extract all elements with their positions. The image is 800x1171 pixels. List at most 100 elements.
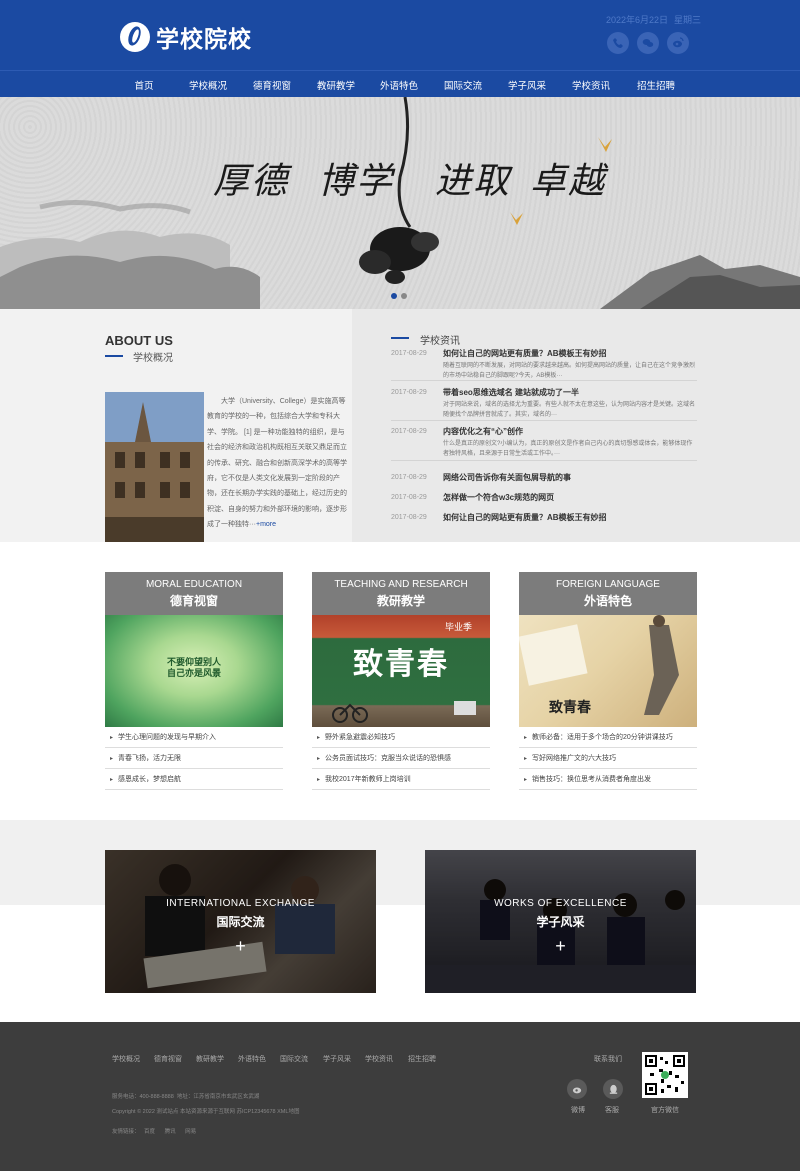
links-label: 友情链接： (112, 1129, 140, 1135)
card-list-item[interactable]: 教师必备：适用于多个场合的20分钟讲课技巧 (519, 727, 697, 748)
divider (391, 460, 697, 461)
news-date: 2017-08-29 (391, 474, 427, 481)
nav-moral[interactable]: 德育视窗 (253, 78, 291, 92)
wechat-icon[interactable] (637, 32, 659, 54)
news-date: 2017-08-29 (391, 514, 427, 521)
weibo-icon[interactable] (567, 1079, 587, 1099)
banner-dot[interactable] (391, 293, 397, 299)
feature-international-exchange[interactable]: INTERNATIONAL EXCHANGE 国际交流 + (105, 850, 376, 993)
header-date: 2022年6月22日 星期三 (606, 13, 707, 26)
card-title-en: MORAL EDUCATION (145, 579, 243, 590)
footer-nav-item[interactable]: 招生招聘 (408, 1054, 436, 1064)
card-title-cn: 教研教学 (376, 594, 425, 608)
news-date: 2017-08-29 (391, 428, 427, 435)
card-list: 教师必备：适用于多个场合的20分钟讲课技巧 写好网络推广文的六大技巧 销售技巧：… (519, 727, 697, 790)
friend-link[interactable]: 腾讯 (165, 1129, 176, 1135)
motto-word: 进取 (435, 161, 512, 202)
footer-nav-item[interactable]: 德育视窗 (154, 1054, 182, 1064)
nav-admissions[interactable]: 招生招聘 (637, 78, 675, 92)
news-date: 2017-08-29 (391, 494, 427, 501)
wechat-qr-code (642, 1052, 688, 1098)
card-list-item[interactable]: 我校2017年新教师上岗培训 (312, 769, 490, 790)
card-image[interactable]: 不要仰望别人 自己亦是风景 (105, 615, 283, 727)
weibo-label: 微博 (571, 1107, 585, 1114)
nav-teaching[interactable]: 教研教学 (317, 78, 355, 92)
news-title[interactable]: 如何让自己的网站更有质量？AB模板王有妙招 (443, 348, 607, 359)
about-text: 大学（University、College）是实施高等教育的学校的一种，包括综合… (207, 394, 347, 533)
banner-pagination (391, 293, 407, 299)
card-image-line: 致青春 (549, 699, 591, 715)
friend-link[interactable]: 网易 (185, 1129, 196, 1135)
site-header: 学校院校 2022年6月22日 星期三 首页 学校概况 德育视窗 教研教学 外语特… (0, 0, 800, 97)
news-section-title: 学校资讯 (420, 336, 460, 347)
card-list-item[interactable]: 销售技巧：换位思考从消费者角度出发 (519, 769, 697, 790)
card-title-cn: 外语特色 (583, 594, 632, 608)
site-footer: 学校概况 德育视窗 教研教学 外语特色 国际交流 学子风采 学校资讯 招生招聘 … (0, 1022, 800, 1171)
footer-nav-item[interactable]: 学校资讯 (365, 1054, 393, 1064)
logo-flame-icon (120, 22, 150, 52)
plus-icon[interactable]: + (105, 936, 376, 957)
more-link[interactable]: +more (256, 521, 276, 528)
motto-word: 卓越 (530, 161, 607, 202)
footer-nav-item[interactable]: 外语特色 (238, 1054, 266, 1064)
feature-works-of-excellence[interactable]: WORKS OF EXCELLENCE 学子风采 + (425, 850, 696, 993)
card-title-cn: 德育视窗 (169, 594, 218, 608)
footer-nav-item[interactable]: 教研教学 (196, 1054, 224, 1064)
about-accent-line (105, 355, 123, 357)
news-date: 2017-08-29 (391, 350, 427, 357)
footer-links: 友情链接： 百度 腾讯 网易 (112, 1127, 196, 1135)
banner-dot[interactable] (401, 293, 407, 299)
footer-nav-item[interactable]: 国际交流 (280, 1054, 308, 1064)
card-image[interactable]: 致青春 (519, 615, 697, 727)
about-title: ABOUT US (105, 333, 173, 348)
card-header[interactable]: FOREIGN LANGUAGE 外语特色 (519, 572, 697, 615)
news-title[interactable]: 带着seo思维选域名 建站就成功了一半 (443, 387, 579, 398)
card-list-item[interactable]: 野外紧急避震必知技巧 (312, 727, 490, 748)
news-title[interactable]: 怎样做一个符合w3c规范的网页 (443, 492, 554, 503)
card-list-item[interactable]: 感恩成长，梦想启航 (105, 769, 283, 790)
weibo-icon[interactable] (667, 32, 689, 54)
hero-banner[interactable]: 厚德 博学 进取 卓越 (0, 97, 800, 309)
nav-students[interactable]: 学子风采 (508, 78, 546, 92)
card-list-item[interactable]: 青春飞扬，活力无限 (105, 748, 283, 769)
main-nav: 首页 学校概况 德育视窗 教研教学 外语特色 国际交流 学子风采 学校资讯 招生… (0, 70, 800, 97)
friend-link[interactable]: 百度 (144, 1129, 155, 1135)
nav-language[interactable]: 外语特色 (380, 78, 418, 92)
phone-icon[interactable] (607, 32, 629, 54)
news-title[interactable]: 网络公司告诉你有关面包屑导航的事 (443, 472, 571, 483)
news-date: 2017-08-29 (391, 389, 427, 396)
plus-icon[interactable]: + (425, 936, 696, 957)
news-desc: 随着互联网的不断发展，对网站的要求越来越高。如何提高网站的质量，让自己在这个竞争… (443, 363, 696, 379)
card-title-en: TEACHING AND RESEARCH (334, 579, 468, 590)
news-title[interactable]: 如何让自己的网站更有质量？AB模板王有妙招 (443, 512, 607, 523)
card-list: 学生心理问题的发现与早期介入 青春飞扬，活力无限 感恩成长，梦想启航 (105, 727, 283, 790)
nav-home[interactable]: 首页 (134, 78, 153, 92)
footer-nav-item[interactable]: 学子风采 (323, 1054, 351, 1064)
card-image[interactable]: 毕业季 致青春 (312, 615, 490, 727)
feature-title-en: WORKS OF EXCELLENCE (494, 898, 627, 909)
card-header[interactable]: MORAL EDUCATION 德育视窗 (105, 572, 283, 615)
nav-about[interactable]: 学校概况 (189, 78, 227, 92)
about-body: 大学（University、College）是实施高等教育的学校的一种，包括综合… (207, 398, 347, 529)
news-desc: 对于网站来说，域名的选择尤为重要。有些人就不太在意这些，认为网站内容才是关键。这… (443, 402, 696, 418)
card-list-item[interactable]: 公务员面试技巧：克服当众说话的恐惧感 (312, 748, 490, 769)
qr-label: 官方微信 (651, 1107, 679, 1114)
site-logo[interactable]: 学校院校 (120, 20, 252, 54)
footer-nav-item[interactable]: 学校概况 (112, 1054, 140, 1064)
qq-icon[interactable] (603, 1079, 623, 1099)
card-list-item[interactable]: 写好网络推广文的六大技巧 (519, 748, 697, 769)
card-title-en: FOREIGN LANGUAGE (556, 579, 660, 590)
card-header[interactable]: TEACHING AND RESEARCH 教研教学 (312, 572, 490, 615)
feature-title-cn: 学子风采 (536, 915, 585, 929)
divider (391, 420, 697, 421)
news-desc: 什么是真正的原创文?小编认为，真正的原创文是作者自己内心的真切想感或体会，能够体… (443, 441, 693, 457)
footer-phone: 服务电话：400-888-8888 (112, 1094, 174, 1100)
nav-international[interactable]: 国际交流 (444, 78, 482, 92)
news-title[interactable]: 内容优化之有“心”创作 (443, 426, 523, 437)
news-accent-line (391, 337, 409, 339)
card-list-item[interactable]: 学生心理问题的发现与早期介入 (105, 727, 283, 748)
logo-text: 学校院校 (156, 26, 252, 52)
footer-address: 地址：江苏省南京市玄武区玄武湖 (176, 1094, 260, 1100)
nav-news[interactable]: 学校资讯 (572, 78, 610, 92)
card-image-line: 自己亦是风景 (166, 668, 221, 678)
